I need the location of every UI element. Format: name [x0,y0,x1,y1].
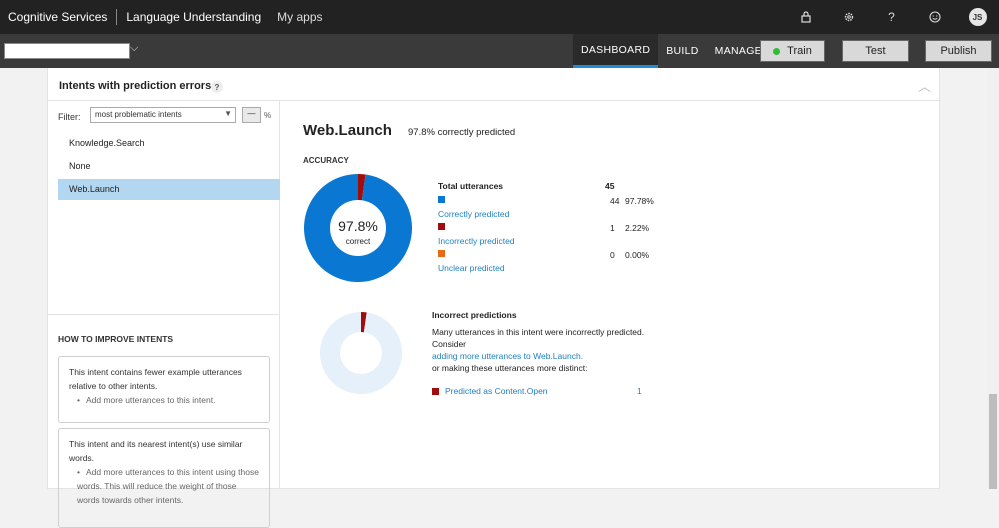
gear-icon[interactable] [827,0,870,34]
chevron-up-icon[interactable]: ︿ [918,76,931,95]
product-name[interactable]: Language Understanding [126,10,261,24]
top-bar-icons: ? JS [784,0,999,34]
scrollbar-thumb[interactable] [989,394,997,489]
accuracy-heading: ACCURACY [303,156,349,165]
total-utterances-label: Total utterances [438,181,504,191]
help-icon[interactable]: ? [870,0,913,34]
panel-header: Intents with prediction errors ? ︿ [48,68,941,101]
test-button[interactable]: Test [842,40,909,62]
correct-link[interactable]: Correctly predicted [438,209,509,219]
intent-list-pane: Filter: most problematic intents ▼ — % K… [48,101,280,528]
filter-label: Filter: [58,112,81,122]
intent-summary: 97.8% correctly predicted [408,127,516,138]
help-icon[interactable]: ? [211,81,223,93]
tip-text: This intent contains fewer example utter… [69,367,242,391]
predicted-as-count[interactable]: 1 [637,386,642,396]
incorrect-count: 1 [610,223,615,233]
tab-build[interactable]: BUILD [658,34,706,68]
lock-icon[interactable] [784,0,827,34]
threshold-button[interactable]: — [242,107,261,123]
total-utterances-value: 45 [605,181,615,191]
percent-sign: % [264,111,272,120]
account-button[interactable]: JS [956,0,999,34]
intents-errors-panel: Intents with prediction errors ? ︿ Filte… [47,68,941,528]
donut-center-label: correct [346,237,371,246]
filter-dropdown[interactable]: most problematic intents ▼ [90,107,236,123]
distinct-text: or making these utterances more distinct… [432,363,588,373]
tip-card: This intent and its nearest intent(s) us… [58,428,270,528]
add-utterances-link[interactable]: adding more utterances to Web.Launch. [432,351,583,361]
intent-detail-pane: Web.Launch 97.8% correctly predicted ACC… [281,101,941,489]
caret-down-icon: ▼ [224,109,232,118]
train-label: Train [787,45,812,57]
incorrect-predictions-text: Many utterances in this intent were inco… [432,327,645,337]
brand-link[interactable]: Cognitive Services [0,10,107,24]
app-selector[interactable] [4,43,130,59]
improve-title: HOW TO IMPROVE INTENTS [58,334,174,344]
main-nav: DASHBOARD BUILD MANAGE [573,34,770,68]
predicted-as-swatch [432,388,439,395]
correct-percent: 97.78% [625,196,654,206]
train-button[interactable]: Train [760,40,825,62]
incorrect-percent: 2.22% [625,223,650,233]
consider-text: Consider [432,339,467,349]
brand-divider [116,9,118,25]
top-bar: Cognitive Services Language Understandin… [0,0,999,34]
tip-text: This intent and its nearest intent(s) us… [69,439,243,463]
unclear-percent: 0.00% [625,250,650,260]
publish-button[interactable]: Publish [925,40,992,62]
intent-item-none[interactable]: None [58,156,280,177]
incorrect-predictions-title: Incorrect predictions [432,310,517,320]
unclear-count: 0 [610,250,615,260]
incorrect-predictions-donut [320,312,402,394]
chevron-down-icon[interactable]: ⌵ [130,42,138,55]
app-toolbar: ⌵ DASHBOARD BUILD MANAGE Train Test Publ… [0,34,999,68]
intent-item-knowledge-search[interactable]: Knowledge.Search [58,133,280,154]
incorrect-swatch [438,223,445,230]
smiley-icon[interactable] [913,0,956,34]
intent-title: Web.Launch [303,122,392,139]
tip-card: This intent contains fewer example utter… [58,356,270,423]
donut-hole [340,332,382,374]
correct-swatch [438,196,445,203]
tip-bullet: Add more utterances to this intent. [77,393,259,407]
unclear-swatch [438,250,445,257]
my-apps-link[interactable]: My apps [277,10,322,24]
incorrect-link[interactable]: Incorrectly predicted [438,236,515,246]
accuracy-donut: 97.8% correct [303,174,412,282]
intent-item-web-launch[interactable]: Web.Launch [58,179,280,200]
filter-value: most problematic intents [95,110,182,119]
train-status-dot [773,47,781,55]
tab-dashboard[interactable]: DASHBOARD [573,34,659,68]
improve-intents-section: HOW TO IMPROVE INTENTS This intent conta… [48,314,279,528]
tip-bullet: Add more utterances to this intent using… [77,465,259,507]
donut-center-value: 97.8% [338,218,378,234]
unclear-link[interactable]: Unclear predicted [438,263,505,273]
avatar: JS [968,8,987,26]
correct-count: 44 [610,196,620,206]
page-scrollbar[interactable] [987,68,999,489]
predicted-as-link[interactable]: Predicted as Content.Open [445,386,548,396]
panel-title: Intents with prediction errors [59,80,212,92]
